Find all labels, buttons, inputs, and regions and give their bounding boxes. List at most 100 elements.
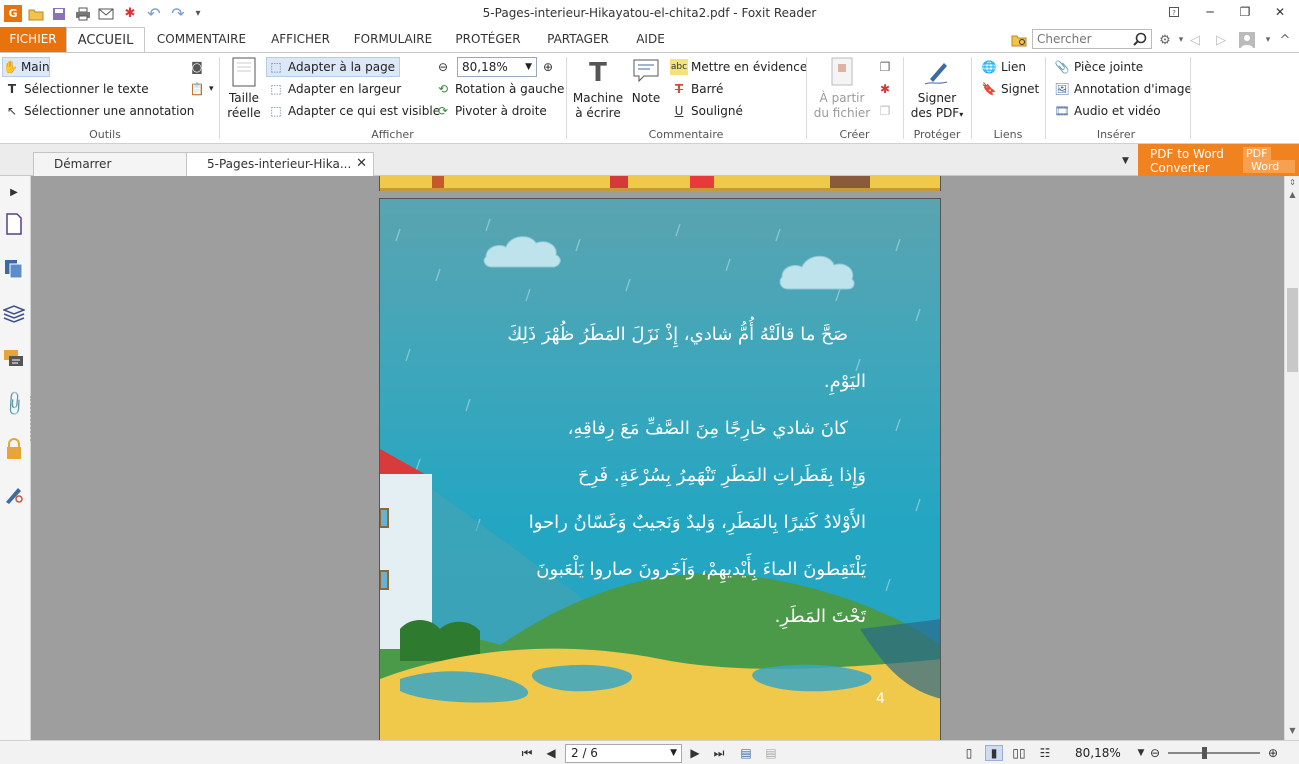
typewriter-button[interactable]: T Machine à écrire <box>572 57 624 121</box>
scroll-up-icon[interactable]: ▲ <box>1285 188 1299 202</box>
bookmark-button[interactable]: 🔖 Signet <box>980 79 1040 99</box>
pages-icon: ❐ <box>879 60 891 74</box>
customize-toolbar-icon[interactable]: ▾ <box>189 5 207 22</box>
close-tab-icon[interactable]: ✕ <box>356 153 367 175</box>
tab-current-document[interactable]: 5-Pages-interieur-Hika... ✕ <box>186 152 374 176</box>
previous-page-icon[interactable]: ◀ <box>542 745 560 761</box>
search-field[interactable] <box>1032 29 1152 49</box>
text-line: تَحْتَ المَطَرِ. <box>774 606 866 627</box>
app-logo-icon[interactable]: G <box>4 5 22 22</box>
back-arrow-icon[interactable]: ◁ <box>1186 31 1204 49</box>
user-avatar-icon[interactable] <box>1238 31 1256 49</box>
pdf-to-word-banner[interactable]: PDF to Word Converter PDF Word <box>1138 144 1299 176</box>
sign-pdf-button[interactable]: Signer des PDF▾ <box>906 57 968 122</box>
snapshot-button[interactable]: ◙ <box>188 57 209 77</box>
folder-search-icon[interactable] <box>1010 31 1028 49</box>
next-view-icon[interactable]: ▤ <box>762 745 780 761</box>
text-line: صَحَّ ما قالَتْهُ أُمُّ شادي، إِذْ نَزَل… <box>507 324 848 345</box>
close-button[interactable]: ✕ <box>1262 0 1298 24</box>
tab-aide[interactable]: AIDE <box>628 27 673 52</box>
lock-security-icon[interactable] <box>2 437 26 461</box>
tab-afficher[interactable]: AFFICHER <box>263 27 338 52</box>
continuous-facing-view-icon[interactable]: ☷ <box>1036 745 1054 761</box>
redo-icon[interactable]: ↷ <box>169 4 187 23</box>
zoom-select[interactable]: 80,18% ▼ <box>457 57 537 77</box>
zoom-slider[interactable] <box>1168 747 1260 759</box>
tab-proteger[interactable]: PROTÉGER <box>448 27 528 52</box>
tab-formulaire[interactable]: FORMULAIRE <box>348 27 438 52</box>
create-scanner-button[interactable]: ✱ <box>876 79 897 99</box>
comments-panel-icon[interactable] <box>2 347 26 371</box>
single-page-view-icon[interactable]: ▯ <box>960 745 978 761</box>
last-page-icon[interactable]: ⏭ <box>710 745 728 761</box>
continuous-view-icon[interactable]: ▮ <box>985 745 1003 761</box>
rotate-right-button[interactable]: ⟳ Pivoter à droite <box>434 101 547 121</box>
zoom-out-status-icon[interactable]: ⊖ <box>1146 745 1164 761</box>
attachments-icon[interactable]: 📎 <box>0 387 31 421</box>
create-blank-button[interactable]: ❐ <box>876 57 897 77</box>
zoom-in-status-icon[interactable]: ⊕ <box>1264 745 1282 761</box>
scroll-down-icon[interactable]: ▼ <box>1285 724 1299 738</box>
save-icon[interactable] <box>50 5 68 22</box>
note-button[interactable]: Note <box>627 57 665 106</box>
zoom-in-icon: ⊕ <box>542 60 554 74</box>
actual-size-button[interactable]: Taille réelle <box>224 57 264 121</box>
paperclip-icon: 📎 <box>1054 60 1070 74</box>
tab-commentaire[interactable]: COMMENTAIRE <box>150 27 253 52</box>
tab-partager[interactable]: PARTAGER <box>538 27 618 52</box>
create-clipboard-button[interactable]: ❐ <box>876 101 897 121</box>
page-icon <box>229 57 259 89</box>
attachment-button[interactable]: 📎 Pièce jointe <box>1053 57 1144 77</box>
expand-panel-icon[interactable]: ▶ <box>2 180 26 204</box>
create-from-file-button[interactable]: À partir du fichier <box>812 57 872 121</box>
print-icon[interactable] <box>74 5 92 22</box>
hand-tool-button[interactable]: ✋ Main <box>2 57 50 77</box>
ribbon-collapse-icon[interactable]: ^ <box>1276 31 1294 49</box>
layers-icon[interactable] <box>2 302 26 326</box>
pages-panel-icon[interactable] <box>2 257 26 281</box>
scrollbar-thumb[interactable] <box>1287 288 1298 372</box>
group-label-inserer: Insérer <box>1096 128 1136 141</box>
rotate-left-button[interactable]: ⟲ Rotation à gauche <box>434 79 564 99</box>
fit-visible-button[interactable]: ⬚ Adapter ce qui est visible <box>267 101 440 121</box>
document-viewport[interactable]: صَحَّ ما قالَتْهُ أُمُّ شادي، إِذْ نَزَل… <box>31 176 1284 740</box>
restore-button[interactable]: ❐ <box>1227 0 1263 24</box>
zoom-out-button[interactable]: ⊖ <box>434 57 455 77</box>
search-icon[interactable] <box>1132 31 1148 50</box>
link-button[interactable]: 🌐 Lien <box>980 57 1027 77</box>
tab-list-dropdown-icon[interactable]: ▼ <box>1122 156 1129 166</box>
signature-panel-icon[interactable] <box>2 482 26 506</box>
underline-button[interactable]: U Souligné <box>670 101 743 121</box>
strikeout-button[interactable]: T Barré <box>670 79 723 99</box>
audio-video-button[interactable]: 🎞 Audio et vidéo <box>1053 101 1160 121</box>
previous-view-icon[interactable]: ▤ <box>737 745 755 761</box>
first-page-icon[interactable]: ⏮ <box>518 745 536 761</box>
fit-page-button[interactable]: ⬚ Adapter à la page <box>266 57 401 77</box>
minimize-button[interactable]: ─ <box>1192 0 1228 24</box>
facing-view-icon[interactable]: ▯▯ <box>1010 745 1028 761</box>
image-annotation-button[interactable]: 🖼 Annotation d'image <box>1053 79 1192 99</box>
clipboard-button[interactable]: 📋 ▾ <box>188 79 214 99</box>
fit-width-button[interactable]: ⬚ Adapter en largeur <box>267 79 401 99</box>
help-button[interactable]: ? <box>1156 0 1192 24</box>
user-dropdown-icon[interactable]: ▾ <box>1259 31 1277 49</box>
undo-icon[interactable]: ↶ <box>145 4 163 23</box>
zoom-in-button[interactable]: ⊕ <box>539 57 560 77</box>
next-page-icon[interactable]: ▶ <box>686 745 704 761</box>
search-input[interactable] <box>1033 30 1129 48</box>
tab-fichier[interactable]: FICHIER <box>0 27 66 52</box>
tab-accueil[interactable]: ACCUEIL <box>66 27 145 52</box>
email-icon[interactable] <box>97 5 115 22</box>
highlight-button[interactable]: abc Mettre en évidence <box>670 57 807 77</box>
vertical-scrollbar[interactable]: ⇕ ▲ ▼ <box>1284 176 1299 740</box>
page-thumbnail-icon[interactable] <box>2 212 26 236</box>
highlight-icon: abc <box>670 59 688 75</box>
new-icon[interactable]: ✱ <box>121 5 139 22</box>
forward-arrow-icon[interactable]: ▷ <box>1212 31 1230 49</box>
select-text-button[interactable]: T Sélectionner le texte <box>3 79 149 99</box>
zoom-slider-handle[interactable] <box>1202 747 1207 759</box>
tab-demarrer[interactable]: Démarrer <box>33 152 187 176</box>
page-number-field[interactable]: 2 / 6 ▼ <box>565 744 682 763</box>
open-icon[interactable] <box>27 5 45 22</box>
select-annotation-button[interactable]: ↖ Sélectionner une annotation <box>3 101 194 121</box>
